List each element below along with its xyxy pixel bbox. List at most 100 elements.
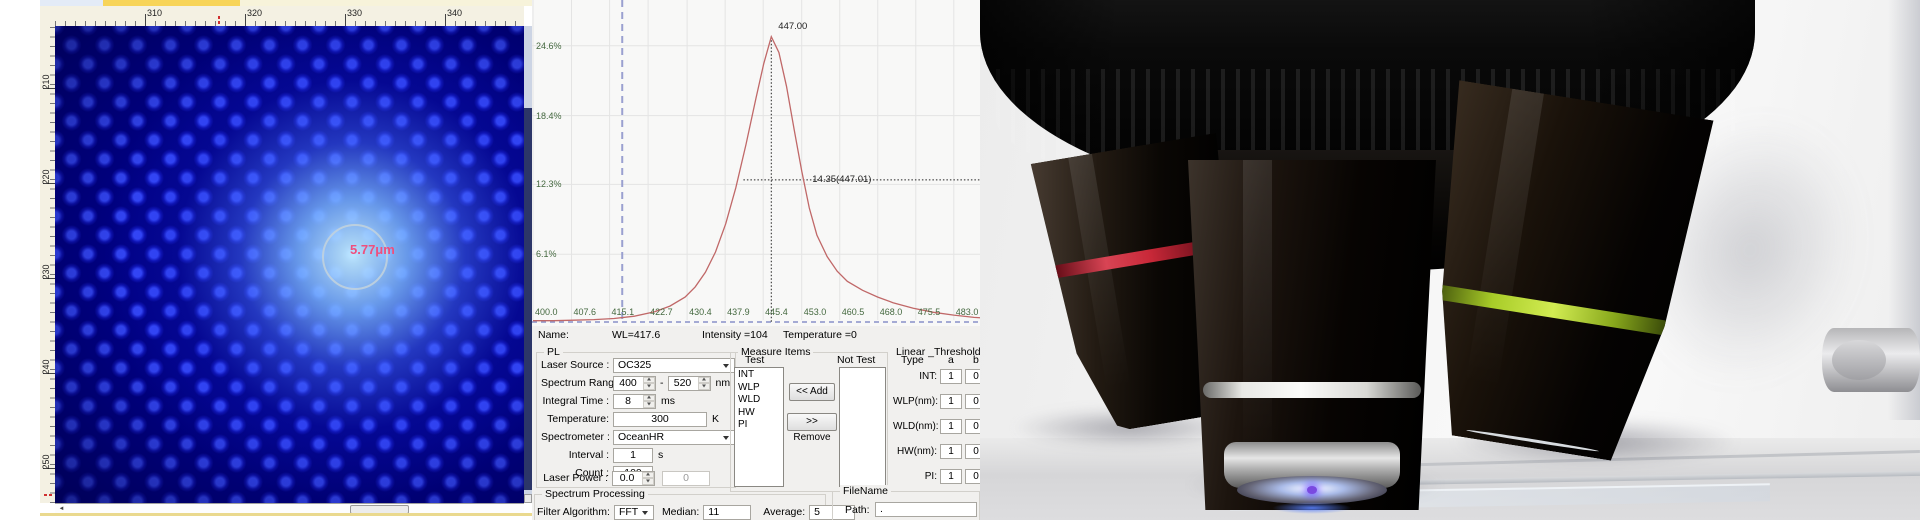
peak-wavelength-label: 447.00 (778, 21, 807, 32)
x-axis-tick-label: 415.1 (612, 307, 635, 317)
range-from-spinner[interactable]: 400 (613, 376, 656, 391)
spectrum-chart-plot (532, 0, 980, 326)
ruler-tick-label: 240 (41, 357, 51, 377)
spinner-arrows[interactable] (643, 377, 655, 390)
vertical-scrollbar[interactable] (524, 26, 532, 503)
y-axis-tick-label: 18.4% (536, 111, 562, 121)
measure-items-group: Measure Items Test Not Test INTWLPWLDHWP… (730, 352, 888, 492)
ruler-tick-label: 330 (347, 8, 362, 18)
test-list-item[interactable]: WLD (738, 394, 783, 407)
range-to-spinner[interactable]: 520 (668, 376, 711, 391)
fluorescence-image[interactable]: 5.77μm (55, 26, 524, 503)
interval-input[interactable]: 1 (613, 448, 653, 463)
range-dash: - (660, 377, 664, 389)
spectrometer-label: Spectrometer : (541, 431, 609, 443)
spectrum-chart[interactable]: 447.00 14.35(447.01) 24.6%18.4%12.3%6.1%… (532, 0, 980, 326)
x-axis-tick-label: 468.0 (880, 307, 903, 317)
threshold-b-input[interactable]: 0 (965, 419, 980, 434)
x-axis-tick-label: 460.5 (842, 307, 865, 317)
laser-power-label: Laser Power : (540, 472, 608, 484)
photo-stage-knob (1822, 328, 1920, 392)
microscopy-viewer-panel: 310320330340 210220230240250 5.77μm ◄ (40, 0, 532, 520)
status-intensity: Intensity =104 (702, 329, 768, 343)
threshold-row: HW(nm):10 (893, 444, 980, 460)
spinner-arrows[interactable] (643, 395, 655, 408)
laser-source-label: Laser Source : (541, 359, 609, 371)
threshold-col-type: Type (901, 354, 924, 366)
threshold-a-input[interactable]: 1 (940, 394, 962, 409)
test-list-item[interactable]: PI (738, 419, 783, 432)
x-axis-tick-label: 407.6 (574, 307, 597, 317)
spectrum-range-label: Spectrum Range : (541, 377, 609, 389)
test-list[interactable]: INTWLPWLDHWPI (734, 367, 784, 487)
ruler-tick-label: 230 (41, 262, 51, 282)
remove-button[interactable]: >> Remove (787, 413, 837, 431)
threshold-row: WLD(nm):10 (893, 419, 980, 435)
photo-highlight (1465, 89, 1544, 390)
microscope-photo (980, 0, 1920, 520)
test-column-label: Test (745, 354, 764, 366)
ruler-tick-label: 340 (447, 8, 462, 18)
median-input[interactable]: 11 (703, 505, 751, 520)
vertical-scrollbar-thumb[interactable] (524, 108, 532, 490)
measurement-circle[interactable]: 5.77μm (322, 224, 388, 290)
temperature-label: Temperature: (541, 413, 609, 425)
threshold-b-input[interactable]: 0 (965, 444, 980, 459)
bottom-accent-strip (40, 513, 532, 516)
laser-source-dropdown[interactable]: OC325 (613, 358, 735, 373)
threshold-b-input[interactable]: 0 (965, 369, 980, 384)
test-list-item[interactable]: HW (738, 407, 783, 420)
x-axis-tick-label: 400.0 (535, 307, 558, 317)
integral-time-spinner[interactable]: 8 (613, 394, 656, 409)
spectrum-analyzer-panel: 447.00 14.35(447.01) 24.6%18.4%12.3%6.1%… (532, 0, 980, 520)
threshold-col-a: a (948, 354, 954, 366)
threshold-row-label: WLP(nm): (893, 396, 937, 407)
ruler-red-marker (218, 16, 220, 19)
vertical-scrollbar-button[interactable] (524, 494, 532, 503)
pl-group: PL Laser Source : OC325 Spectrum Range :… (536, 352, 736, 488)
threshold-row-label: INT: (893, 371, 937, 382)
screenshot-root: 310320330340 210220230240250 5.77μm ◄ 44… (0, 0, 1920, 520)
threshold-a-input[interactable]: 1 (940, 369, 962, 384)
interval-row: Interval : 1 s (541, 447, 731, 463)
photo-objective-right (1399, 79, 1719, 469)
photo-green-ring (1430, 284, 1676, 337)
test-list-item[interactable]: WLP (738, 382, 783, 395)
scroll-left-arrow-icon[interactable]: ◄ (56, 505, 67, 513)
threshold-a-input[interactable]: 1 (940, 444, 962, 459)
photo-objective-center (1188, 160, 1436, 510)
spectrum-range-row: Spectrum Range : 400 - 520 nm (541, 375, 731, 391)
measurement-diameter-label: 5.77μm (350, 242, 395, 257)
test-list-item[interactable]: INT (738, 369, 783, 382)
spinner-arrows[interactable] (642, 472, 654, 485)
threshold-a-input[interactable]: 1 (940, 419, 962, 434)
add-button[interactable]: << Add (789, 383, 835, 401)
threshold-a-input[interactable]: 1 (940, 469, 962, 484)
spinner-arrows[interactable] (698, 377, 710, 390)
threshold-b-input[interactable]: 0 (965, 469, 980, 484)
y-axis-tick-label: 24.6% (536, 41, 562, 51)
ruler-corner (40, 6, 56, 27)
temperature-unit: K (712, 413, 719, 425)
spectrum-processing-group-label: Spectrum Processing (542, 488, 648, 500)
fwhm-annotation-label: 14.35(447.01) (812, 174, 871, 185)
spectrometer-dropdown[interactable]: OceanHR (613, 430, 735, 445)
filename-group: FileName Path: . (832, 491, 980, 520)
path-label: Path: (845, 504, 870, 516)
filter-algorithm-label: Filter Algorithm: (537, 506, 610, 518)
threshold-row: INT:10 (893, 369, 980, 385)
threshold-row-label: PI: (893, 471, 937, 482)
laser-power-spinner[interactable]: 0.0 (612, 471, 655, 486)
threshold-b-input[interactable]: 0 (965, 394, 980, 409)
filter-algorithm-dropdown[interactable]: FFT (614, 505, 654, 520)
filter-row: Filter Algorithm: FFT Median: 11 Average… (537, 504, 821, 520)
path-input[interactable]: . (875, 502, 977, 517)
temperature-row: Temperature: 300 K (541, 411, 731, 427)
threshold-row: PI:10 (893, 469, 980, 485)
temperature-input[interactable]: 300 (613, 412, 707, 427)
spectrometer-row: Spectrometer : OceanHR (541, 429, 731, 445)
status-temperature: Temperature =0 (783, 329, 857, 343)
ruler-tick-label: 250 (41, 452, 51, 472)
median-label: Median: (662, 506, 699, 518)
not-test-list[interactable] (839, 367, 886, 487)
